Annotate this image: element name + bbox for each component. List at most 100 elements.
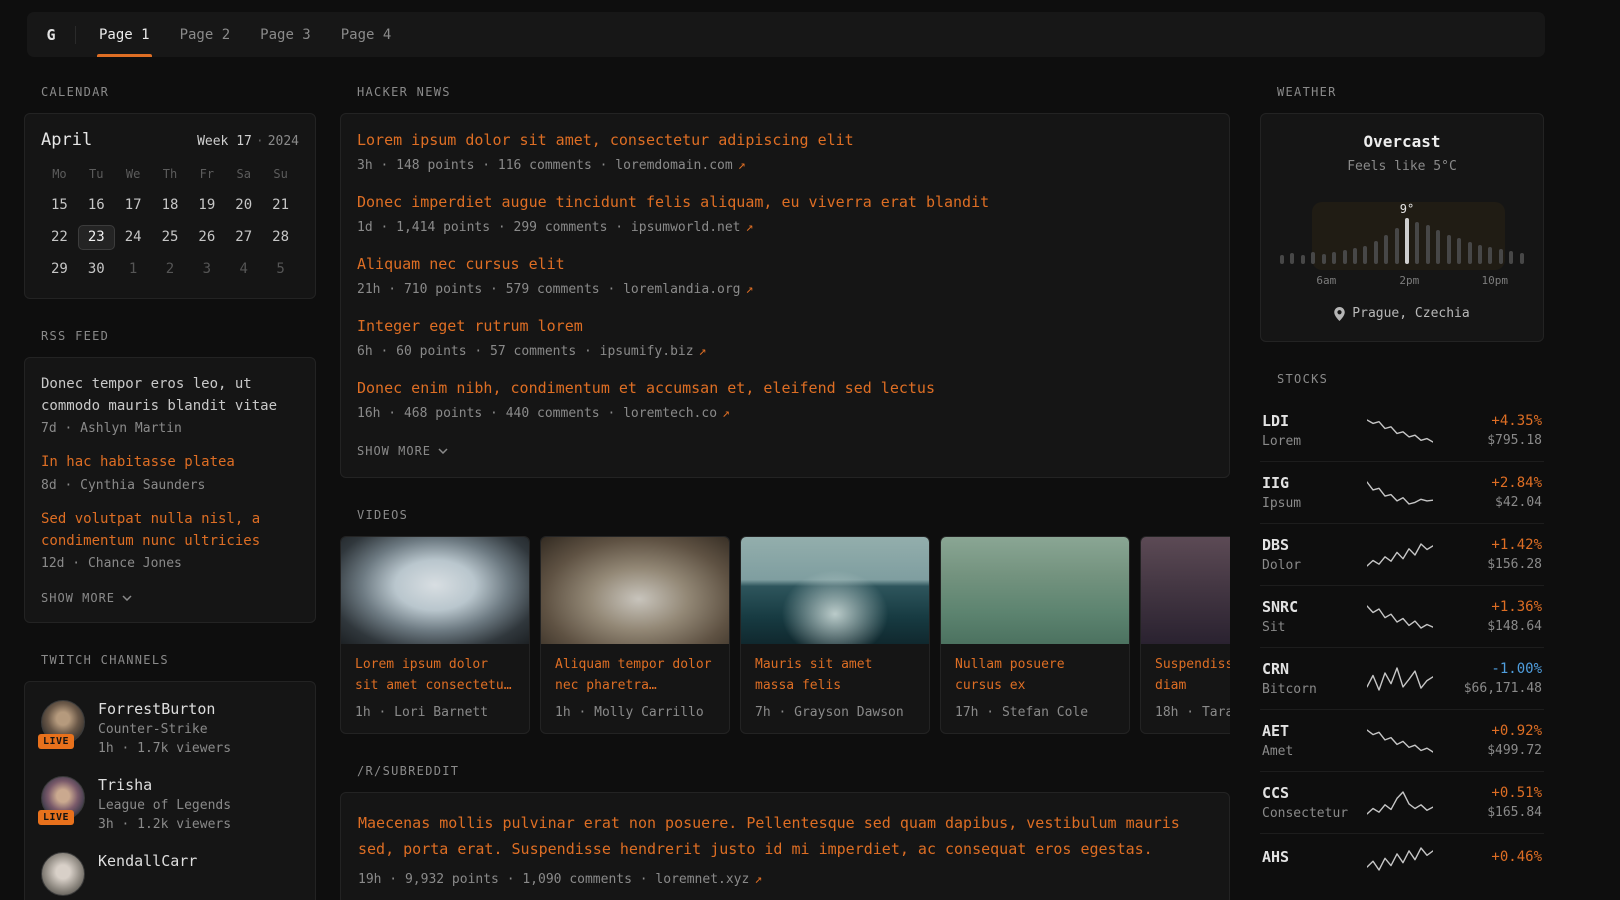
hn-meta-text: 21h · 710 points · 579 comments · loreml… <box>357 282 741 297</box>
video-title[interactable]: Mauris sit amet massa felis <box>755 655 915 697</box>
weather-chart: 9° 6am 2pm 10pm <box>1277 202 1527 290</box>
stock-sparkline <box>1367 418 1433 444</box>
stocks-widget: LDI Lorem +4.35% $795.18 IIG Ipsum +2.84… <box>1260 400 1544 884</box>
tab-page-3[interactable]: Page 3 <box>245 12 326 57</box>
channel-category: Counter-Strike <box>98 722 231 737</box>
hn-item-title[interactable]: Donec enim nibh, condimentum et accumsan… <box>357 378 1213 399</box>
stock-values: -1.00% $66,171.48 <box>1442 661 1542 696</box>
stock-name: Dolor <box>1262 558 1358 573</box>
video-title[interactable]: Suspendisse molestie diam <box>1155 655 1230 697</box>
calendar-day: 22 <box>41 225 78 250</box>
weather-bar <box>1290 253 1294 264</box>
twitch-channel[interactable]: LIVE Trisha League of Legends 3h · 1.2k … <box>41 776 299 832</box>
rss-item-title[interactable]: Donec tempor eros leo, ut commodo mauris… <box>41 374 299 417</box>
stock-id: CCS Consectetur <box>1262 784 1358 821</box>
weather-bar <box>1520 253 1524 264</box>
stock-values: +1.36% $148.64 <box>1442 599 1542 634</box>
avatar: LIVE <box>41 776 85 820</box>
hn-show-more-button[interactable]: SHOW MORE <box>357 444 448 458</box>
calendar-day: 26 <box>188 225 225 250</box>
weather-widget: Overcast Feels like 5°C 9° 6am 2pm 10pm … <box>1260 113 1544 342</box>
rss-item-title[interactable]: Sed volutpat nulla nisl, a condimentum n… <box>41 509 299 552</box>
calendar-day: 25 <box>152 225 189 250</box>
video-meta: 7h · Grayson Dawson <box>755 705 915 720</box>
stock-change: +0.46% <box>1442 849 1542 865</box>
hn-meta-text: 1d · 1,414 points · 299 comments · ipsum… <box>357 220 741 235</box>
stock-change: +0.92% <box>1442 723 1542 739</box>
video-thumbnail[interactable] <box>741 537 929 644</box>
hn-item-title[interactable]: Lorem ipsum dolor sit amet, consectetur … <box>357 130 1213 151</box>
external-link-icon[interactable]: ↗ <box>746 282 754 297</box>
video-card[interactable]: Suspendisse molestie diam 18h · Tara <box>1140 536 1230 734</box>
video-card[interactable]: Lorem ipsum dolor sit amet consectetu… 1… <box>340 536 530 734</box>
rss-item[interactable]: In hac habitasse platea 8d · Cynthia Sau… <box>41 452 299 493</box>
weather-feels-like: Feels like 5°C <box>1277 159 1527 174</box>
middle-column: HACKER NEWS Lorem ipsum dolor sit amet, … <box>340 70 1230 900</box>
twitch-widget: LIVE ForrestBurton Counter-Strike 1h · 1… <box>24 681 316 900</box>
rss-item[interactable]: Sed volutpat nulla nisl, a condimentum n… <box>41 509 299 571</box>
stock-ticker: SNRC <box>1262 598 1358 616</box>
stock-row: DBS Dolor +1.42% $156.28 <box>1260 523 1544 585</box>
video-title[interactable]: Aliquam tempor dolor nec pharetra… <box>555 655 715 697</box>
stock-id: IIG Ipsum <box>1262 474 1358 511</box>
reddit-post-title[interactable]: Maecenas mollis pulvinar erat non posuer… <box>358 810 1212 863</box>
video-card[interactable]: Mauris sit amet massa felis 7h · Grayson… <box>740 536 930 734</box>
channel-name[interactable]: KendallCarr <box>98 852 197 870</box>
rss-item-title[interactable]: In hac habitasse platea <box>41 452 299 474</box>
channel-name[interactable]: ForrestBurton <box>98 700 231 718</box>
channel-name[interactable]: Trisha <box>98 776 231 794</box>
calendar-grid: Mo Tu We Th Fr Sa Su 15 16 17 18 19 20 2… <box>41 167 299 282</box>
twitch-channel-info: KendallCarr <box>98 852 197 896</box>
video-meta: 18h · Tara <box>1155 705 1230 720</box>
video-thumbnail[interactable] <box>541 537 729 644</box>
video-title[interactable]: Nullam posuere cursus ex <box>955 655 1115 697</box>
external-link-icon[interactable]: ↗ <box>699 344 707 359</box>
app-logo[interactable]: G <box>27 12 75 57</box>
rss-show-more-button[interactable]: SHOW MORE <box>41 591 132 605</box>
stock-values: +1.42% $156.28 <box>1442 537 1542 572</box>
calendar-day: 2 <box>152 257 189 282</box>
stock-price: $148.64 <box>1442 619 1542 634</box>
stock-price: $66,171.48 <box>1442 681 1542 696</box>
stock-ticker: AET <box>1262 722 1358 740</box>
tab-page-1[interactable]: Page 1 <box>84 12 165 57</box>
calendar-day: 30 <box>78 257 115 282</box>
live-badge: LIVE <box>38 810 74 825</box>
external-link-icon[interactable]: ↗ <box>746 220 754 235</box>
weather-bar <box>1384 235 1388 264</box>
hn-item-meta: 1d · 1,414 points · 299 comments · ipsum… <box>357 220 1213 235</box>
weather-condition: Overcast <box>1277 132 1527 151</box>
hn-item-title[interactable]: Donec imperdiet augue tincidunt felis al… <box>357 192 1213 213</box>
stock-change: +1.36% <box>1442 599 1542 615</box>
video-thumbnail[interactable] <box>341 537 529 644</box>
video-title[interactable]: Lorem ipsum dolor sit amet consectetu… <box>355 655 515 697</box>
external-link-icon[interactable]: ↗ <box>722 406 730 421</box>
stock-name: Sit <box>1262 620 1358 635</box>
tab-page-2[interactable]: Page 2 <box>165 12 246 57</box>
rss-item[interactable]: Donec tempor eros leo, ut commodo mauris… <box>41 374 299 436</box>
hn-item-title[interactable]: Aliquam nec cursus elit <box>357 254 1213 275</box>
calendar-day-selected: 23 <box>78 225 115 250</box>
weather-bar <box>1478 245 1482 264</box>
stock-row: AHS +0.46% <box>1260 833 1544 884</box>
calendar-day: 20 <box>225 193 262 218</box>
video-thumbnail[interactable] <box>941 537 1129 644</box>
hn-item: Donec imperdiet augue tincidunt felis al… <box>357 192 1213 235</box>
weather-bar <box>1301 255 1305 264</box>
twitch-section-title: TWITCH CHANNELS <box>41 653 316 667</box>
calendar-day: 28 <box>262 225 299 250</box>
hn-item-title[interactable]: Integer eget rutrum lorem <box>357 316 1213 337</box>
stock-change: -1.00% <box>1442 661 1542 677</box>
tab-page-4[interactable]: Page 4 <box>326 12 407 57</box>
weather-time-axis: 6am 2pm 10pm <box>1280 274 1524 288</box>
video-card[interactable]: Nullam posuere cursus ex 17h · Stefan Co… <box>940 536 1130 734</box>
video-card[interactable]: Aliquam tempor dolor nec pharetra… 1h · … <box>540 536 730 734</box>
external-link-icon[interactable]: ↗ <box>754 872 762 887</box>
calendar-year: 2024 <box>268 134 299 149</box>
stock-change: +4.35% <box>1442 413 1542 429</box>
video-thumbnail[interactable] <box>1141 537 1230 644</box>
hn-item-meta: 21h · 710 points · 579 comments · loreml… <box>357 282 1213 297</box>
twitch-channel[interactable]: LIVE ForrestBurton Counter-Strike 1h · 1… <box>41 700 299 756</box>
twitch-channel[interactable]: KendallCarr <box>41 852 299 896</box>
external-link-icon[interactable]: ↗ <box>738 158 746 173</box>
